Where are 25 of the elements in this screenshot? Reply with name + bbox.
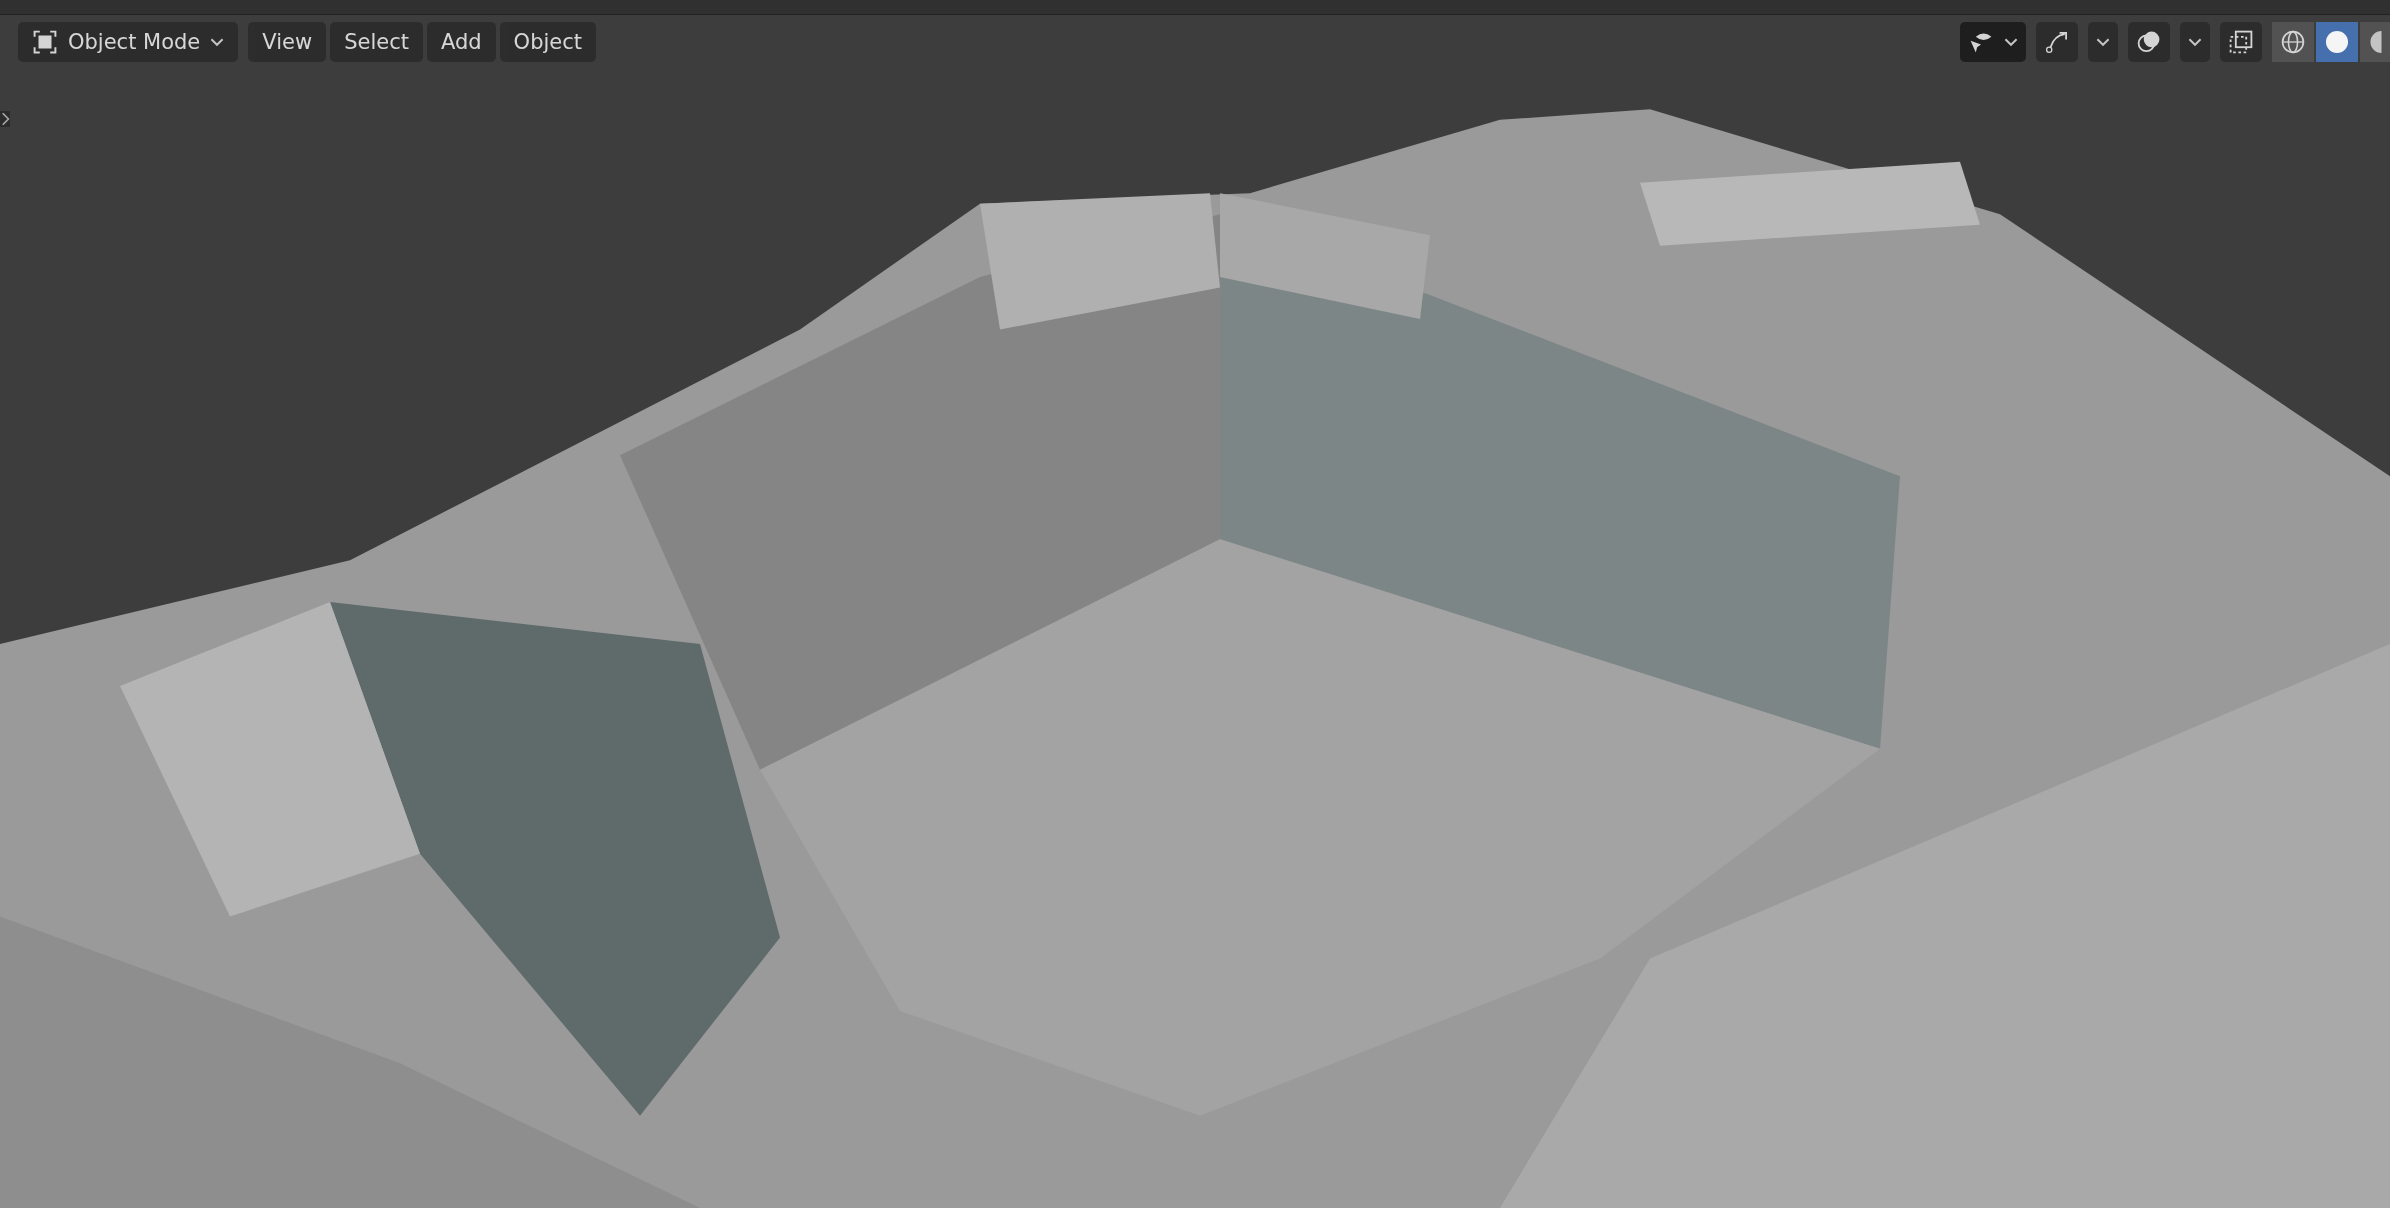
xray-button[interactable] [2220, 22, 2262, 62]
sidebar-toggle-icon[interactable] [0, 111, 10, 127]
curve-arrow-icon [2044, 29, 2070, 55]
wireframe-sphere-icon [2280, 29, 2306, 55]
overlays-dropdown[interactable] [2180, 22, 2210, 62]
object-mode-icon [32, 29, 58, 55]
chevron-down-icon [2188, 37, 2202, 47]
visibility-dropdown[interactable] [1960, 22, 2026, 62]
gizmo-button[interactable] [2036, 22, 2078, 62]
shading-button[interactable] [2360, 22, 2390, 62]
chevron-down-icon [2096, 37, 2110, 47]
gizmo-dropdown[interactable] [2088, 22, 2118, 62]
menu-button[interactable]: Add [426, 22, 496, 62]
chevron-down-icon [2004, 37, 2018, 47]
menu-button[interactable]: Object [499, 22, 596, 62]
solid-sphere-icon [2324, 29, 2350, 55]
menu-button[interactable]: Select [330, 22, 423, 62]
shading-button[interactable] [2272, 22, 2314, 62]
shading-button[interactable] [2316, 22, 2358, 62]
object-mode-dropdown[interactable]: Object Mode [18, 22, 239, 62]
menu-button[interactable]: View [248, 22, 327, 62]
chevron-down-icon [210, 37, 225, 47]
overlapping-circles-icon [2136, 29, 2162, 55]
overlays-button[interactable] [2128, 22, 2170, 62]
xray-icon [2228, 29, 2254, 55]
